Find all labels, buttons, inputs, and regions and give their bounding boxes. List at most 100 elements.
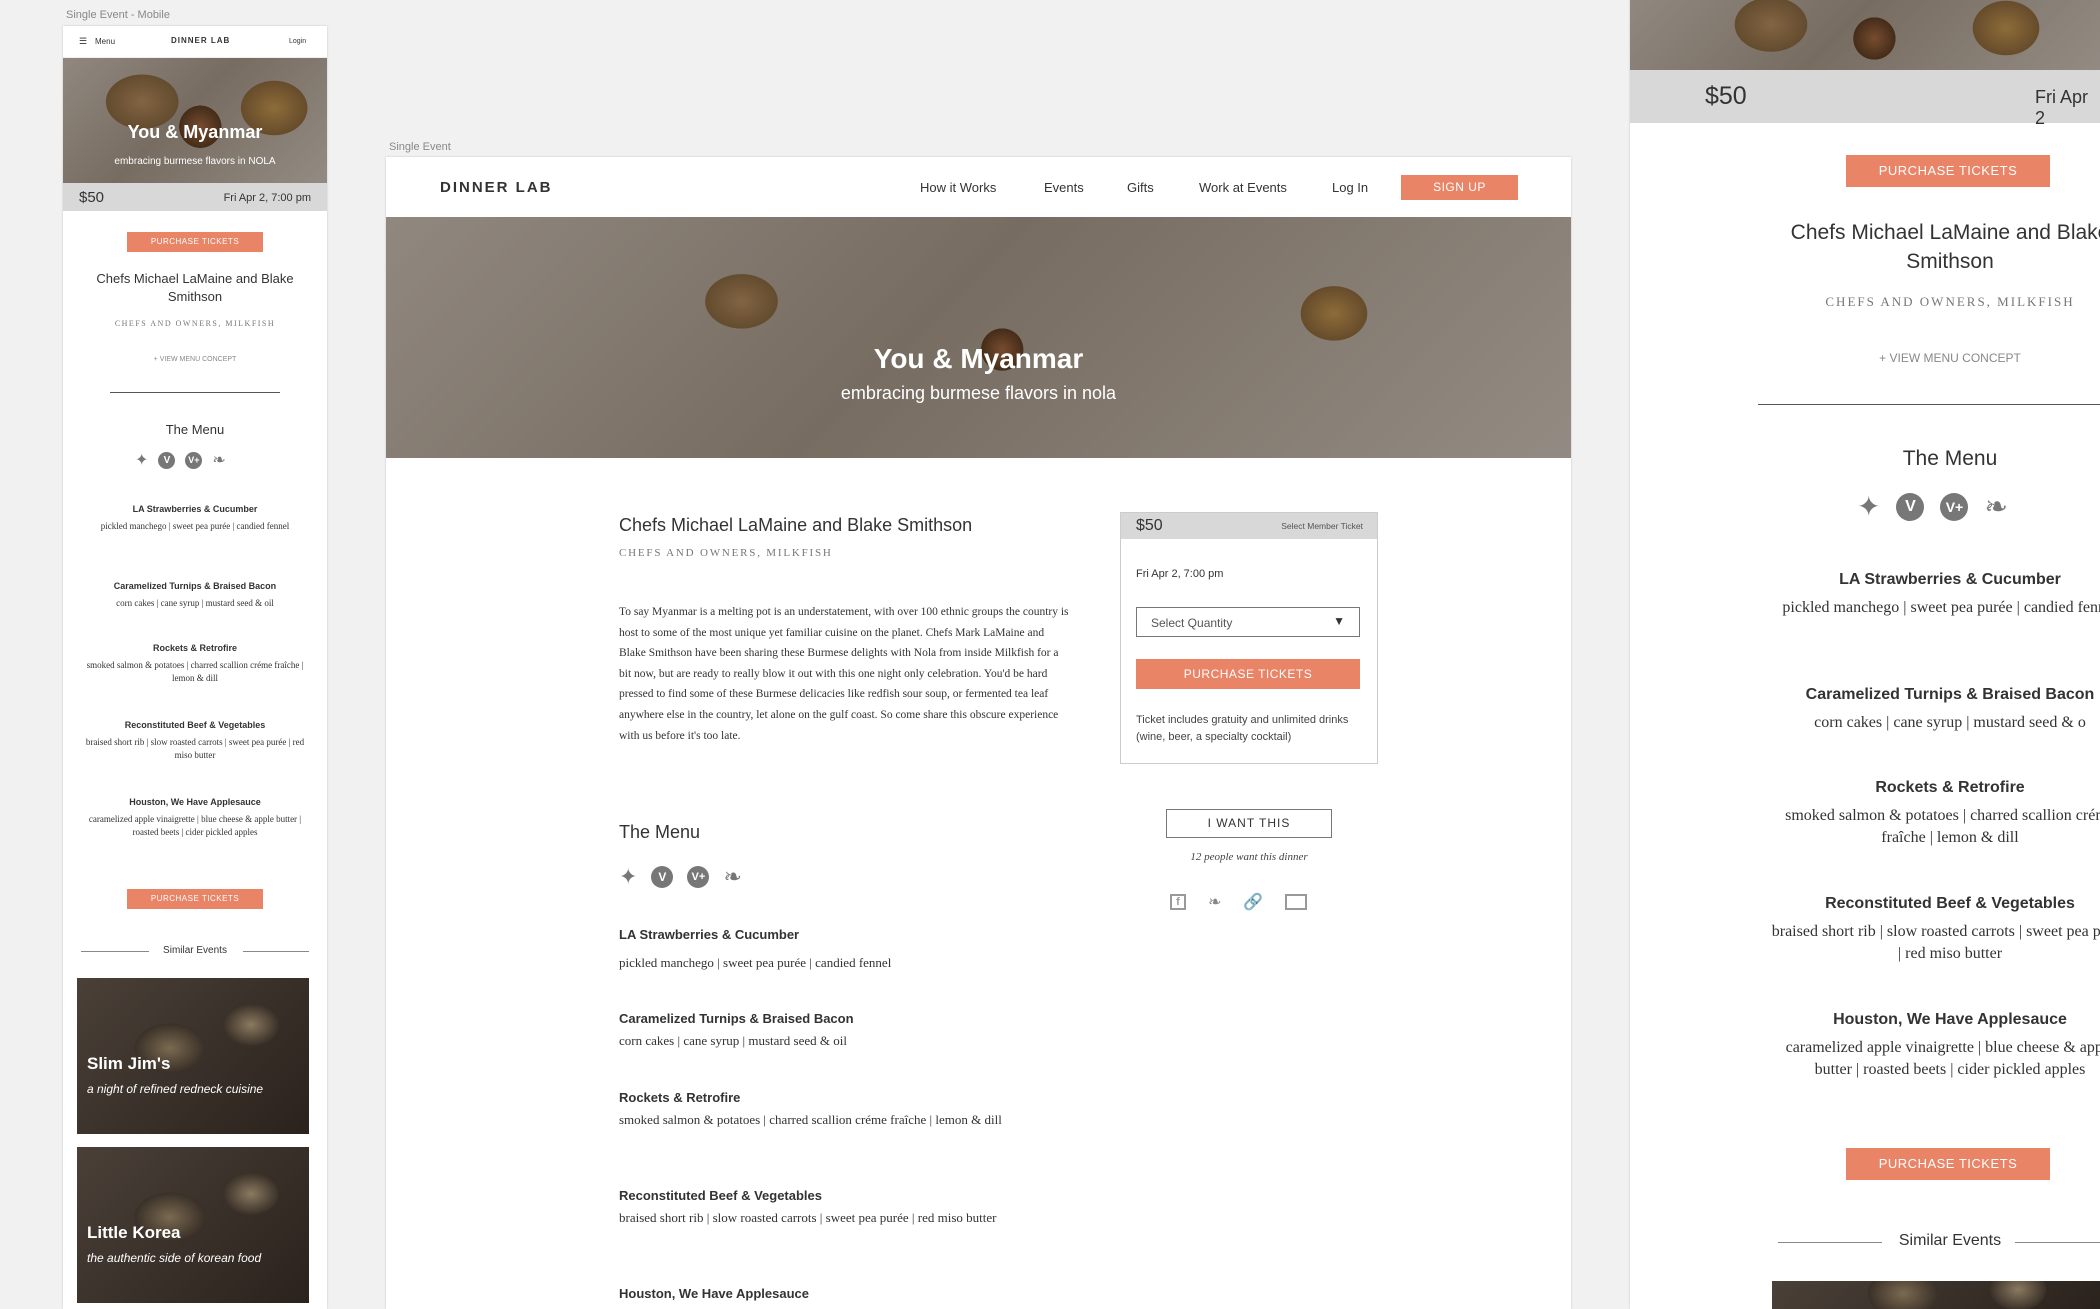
zoomed-menu-list: LA Strawberries & Cucumber pickled manch… [1770,571,2100,1141]
zoomed-purchase-button-bottom[interactable]: PURCHASE TICKETS [1846,1148,2050,1180]
link-icon[interactable]: 🔗 [1243,892,1263,912]
mobile-artboard: ☰ Menu DINNER LAB Login You & Myanmar em… [63,26,327,1309]
gluten-free-icon: ❧ [723,864,742,889]
nav-log-in[interactable]: Log In [1332,180,1368,195]
nav-gifts[interactable]: Gifts [1127,180,1154,195]
mobile-artboard-label: Single Event - Mobile [66,9,170,21]
course-desc: smoked salmon & potatoes | charred scall… [619,1112,1002,1127]
mobile-price: $50 [79,189,105,206]
list-item: Rockets & Retrofire smoked salmon & pota… [1770,779,2100,895]
mobile-chefs-role: CHEFS AND OWNERS, MILKFISH [114,319,276,328]
course-name: Reconstituted Beef & Vegetables [619,1188,822,1203]
desktop-chefs-role: CHEFS AND OWNERS, MILKFISH [619,547,833,559]
course-desc: corn cakes | cane syrup | mustard seed &… [619,1033,847,1048]
nav-work-at-events[interactable]: Work at Events [1199,180,1287,195]
mobile-divider [110,392,280,393]
mobile-price-bar: $50 Fri Apr 2, 7:00 pm [63,183,327,211]
event-description: To say Myanmar is a melting pot is an un… [619,606,1069,742]
desktop-artboard-label: Single Event [389,141,451,153]
vegetarian-icon: V [651,866,674,888]
mobile-login-link[interactable]: Login [289,38,306,45]
list-item: LA Strawberries & Cucumber pickled manch… [73,504,317,581]
desktop-diet-icons: ✦ V V+ ❧ [619,864,742,890]
mobile-purchase-button-bottom[interactable]: PURCHASE TICKETS [127,889,263,909]
mobile-event-subtitle: embracing burmese flavors in NOLA [114,156,276,167]
email-icon[interactable] [1285,894,1308,910]
zoomed-purchase-button[interactable]: PURCHASE TICKETS [1846,155,2050,187]
course-name: Rockets & Retrofire [619,1090,741,1105]
zoomed-diet-icons: ✦ V V+ ❧ [1857,490,2008,523]
course-desc: corn cakes | cane syrup | mustard seed &… [116,598,274,608]
divider [1758,404,2100,405]
desktop-menu-list: LA Strawberries & Cucumber pickled manch… [619,927,1039,1309]
course-desc: corn cakes | cane syrup | mustard seed &… [1814,714,2086,731]
desktop-logo[interactable]: DINNER LAB [440,179,553,196]
list-item: LA Strawberries & Cucumber pickled manch… [1770,571,2100,686]
desktop-navbar: DINNER LAB How it Works Events Gifts Wor… [386,157,1571,217]
facebook-icon[interactable]: f [1170,894,1186,910]
fish-icon: ✦ [1857,491,1881,522]
quantity-select[interactable]: Select Quantity ▼ [1136,607,1360,637]
mobile-chefs-name: Chefs Michael LaMaine and Blake Smithson [96,271,294,304]
select-member-ticket-link[interactable]: Select Member Ticket [1281,521,1363,531]
zoomed-chefs-name: Chefs Michael LaMaine and Blake Smithson [1790,221,2100,273]
course-name: Rockets & Retrofire [1875,779,2025,796]
similar-event-card[interactable]: Little Korea the authentic side of korea… [77,1147,309,1303]
list-item: Houston, We Have Applesauce caramelized … [73,797,317,887]
course-name: Reconstituted Beef & Vegetables [1825,895,2075,912]
list-item: Houston, We Have Applesauce caramelized … [1770,1011,2100,1141]
course-name: LA Strawberries & Cucumber [132,504,258,514]
list-item: Caramelized Turnips & Braised Bacon corn… [1770,686,2100,779]
course-desc: pickled manchego | sweet pea purée | can… [1782,599,2100,616]
mobile-menu-heading: The Menu [165,422,225,437]
mobile-menu-list: LA Strawberries & Cucumber pickled manch… [73,504,317,887]
course-desc: caramelized apple vinaigrette | blue che… [88,814,302,837]
zoomed-price: $50 [1705,82,1747,110]
signup-button[interactable]: SIGN UP [1401,175,1518,200]
share-icons: f ❧ 🔗 [1170,892,1308,912]
mobile-view-menu-link[interactable]: + VIEW MENU CONCEPT [63,356,327,363]
zoomed-menu-heading: The Menu [1902,447,1998,470]
course-name: Reconstituted Beef & Vegetables [124,720,266,730]
zoomed-view-menu-link[interactable]: + VIEW MENU CONCEPT [1770,351,2100,365]
i-want-this-button[interactable]: I WANT THIS [1166,809,1332,838]
list-item: Reconstituted Beef & Vegetables braised … [619,1188,1039,1286]
nav-how-it-works[interactable]: How it Works [920,180,996,195]
vegetarian-icon: V [158,451,176,469]
course-name: Houston, We Have Applesauce [129,797,261,807]
zoomed-chefs-role: CHEFS AND OWNERS, MILKFISH [1825,294,2075,309]
desktop-artboard: DINNER LAB How it Works Events Gifts Wor… [386,157,1571,1309]
list-item: Houston, We Have Applesauce [619,1286,1039,1309]
purchase-tickets-button[interactable]: PURCHASE TICKETS [1136,659,1360,689]
course-name: Caramelized Turnips & Braised Bacon [113,581,277,591]
mobile-logo[interactable]: DINNER LAB [171,36,230,45]
mobile-menu-label[interactable]: Menu [95,37,115,46]
list-item: Reconstituted Beef & Vegetables braised … [1770,895,2100,1011]
quantity-placeholder: Select Quantity [1151,616,1233,630]
mobile-hero-image: You & Myanmar embracing burmese flavors … [63,58,327,183]
gluten-free-icon: ❧ [212,452,226,469]
desktop-hero-image: You & Myanmar embracing burmese flavors … [386,217,1571,458]
hamburger-icon[interactable]: ☰ [79,36,87,47]
similar-event-title: Slim Jim's [87,1054,171,1073]
course-desc: pickled manchego | sweet pea purée | can… [619,955,892,970]
fish-icon: ✦ [135,452,149,469]
chevron-down-icon: ▼ [1333,614,1345,628]
list-item: Caramelized Turnips & Braised Bacon corn… [619,1011,1039,1090]
desktop-chefs-name: Chefs Michael LaMaine and Blake Smithson [619,515,973,535]
similar-event-card[interactable] [1772,1281,2100,1309]
similar-event-card[interactable]: Slim Jim's a night of refined redneck cu… [77,978,309,1134]
course-desc: smoked salmon & potatoes | charred scall… [1785,807,2100,846]
mobile-purchase-button[interactable]: PURCHASE TICKETS [127,232,263,252]
course-name: Houston, We Have Applesauce [1833,1011,2067,1028]
mobile-header: ☰ Menu DINNER LAB Login [63,26,327,58]
course-desc: braised short rib | slow roasted carrots… [1771,923,2100,962]
vegan-icon: V+ [185,451,203,469]
zoomed-price-bar: $50 Fri Apr 2 [1630,70,2100,128]
vegan-icon: V+ [687,866,710,888]
course-name: Houston, We Have Applesauce [619,1286,809,1301]
vegan-icon: V+ [1940,492,1969,521]
ticket-date: Fri Apr 2, 7:00 pm [1136,568,1224,580]
twitter-icon[interactable]: ❧ [1208,892,1221,912]
nav-events[interactable]: Events [1044,180,1084,195]
